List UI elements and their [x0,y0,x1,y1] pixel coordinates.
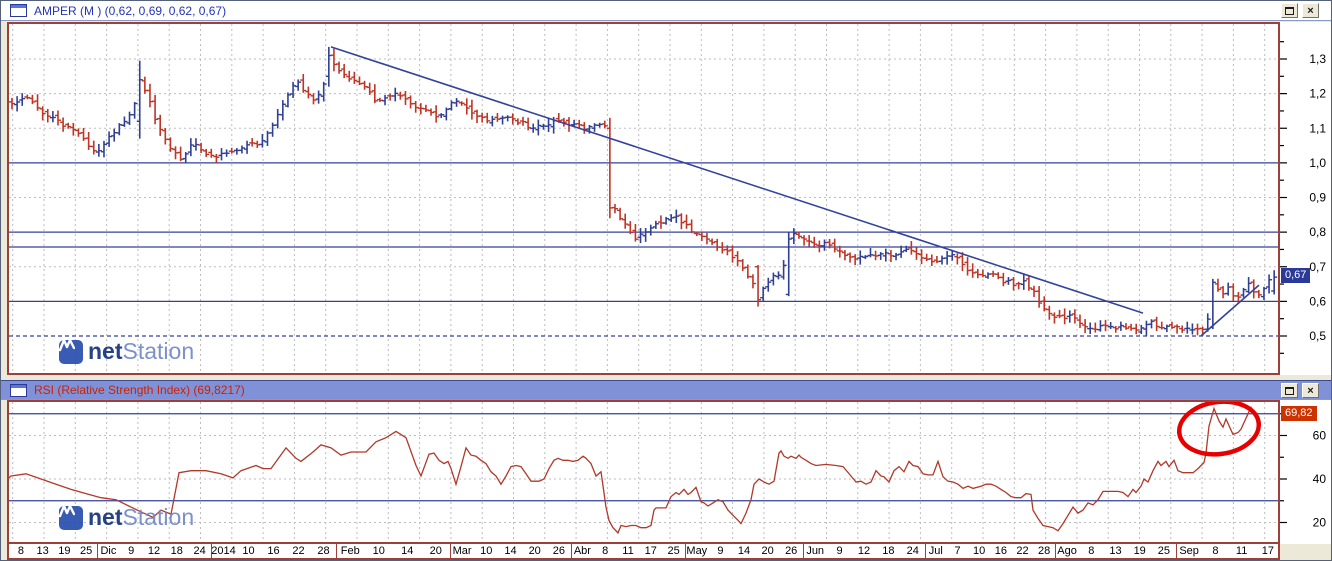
netstation-window: AMPER (M ) (0,62, 0,69, 0,62, 0,67) × ne… [0,0,1332,561]
svg-text:0,9: 0,9 [1309,191,1326,205]
chart-window-icon[interactable] [10,4,27,17]
netstation-watermark: netStation [59,338,194,365]
netstation-logo-icon [59,338,83,364]
netstation-watermark: netStation [59,504,194,531]
x-axis-label: 17 [1261,545,1274,557]
rsi-window-buttons: × [1281,383,1319,398]
rsi-window-titlebar[interactable]: RSI (Relative Strength Index) (69,8217) … [1,380,1331,400]
watermark-net: net [88,504,123,530]
ohlc-bars [9,46,1278,336]
price-window-title: AMPER (M ) (0,62, 0,69, 0,62, 0,67) [34,3,227,18]
rsi-axis[interactable]: 60 40 20 [1280,400,1331,544]
watermark-station: Station [122,338,195,364]
indicator-window-icon[interactable] [10,383,27,397]
price-axis-canvas: 1,3 1,2 1,1 1,0 0,9 0,8 0,7 0,6 0,5 [1280,41,1326,354]
rsi-maximize-button[interactable] [1281,383,1298,398]
restore-icon [1285,386,1294,395]
svg-text:1,1: 1,1 [1309,121,1326,135]
rsi-window-title: RSI (Relative Strength Index) (69,8217) [34,383,245,397]
svg-text:0,7: 0,7 [1309,260,1326,274]
price-window-titlebar[interactable]: AMPER (M ) (0,62, 0,69, 0,62, 0,67) × [1,1,1331,21]
svg-text:1,3: 1,3 [1309,52,1326,66]
svg-text:0,6: 0,6 [1309,294,1326,308]
price-axis[interactable]: 1,3 1,2 1,1 1,0 0,9 0,8 0,7 0,6 0,5 [1280,22,1331,375]
svg-text:1,2: 1,2 [1309,87,1326,101]
svg-text:20: 20 [1313,516,1327,530]
rsi-axis-canvas: 60 40 20 [1280,413,1327,530]
netstation-logo-icon [59,504,83,530]
svg-text:0,5: 0,5 [1309,329,1326,343]
rsi-chart-plot[interactable]: netStation [7,400,1280,544]
close-icon: × [1307,384,1314,397]
rsi-close-button[interactable]: × [1302,383,1319,398]
svg-text:0,8: 0,8 [1309,225,1326,239]
rsi-line [9,405,1255,535]
price-chart-plot[interactable]: netStation [7,22,1280,375]
close-button[interactable]: × [1302,3,1319,18]
rsi-value-label: 69,82 [1281,406,1317,421]
price-chart-canvas[interactable] [9,24,1278,373]
rsi-chart-canvas[interactable] [9,402,1278,542]
maximize-button[interactable] [1281,3,1298,18]
watermark-net: net [88,338,123,364]
svg-text:1,0: 1,0 [1309,156,1326,170]
x-axis[interactable]: 8 13 19 25 Dic 9 12 18 24 2014 10 16 22 28 Feb 10 14 20 Ma… [7,544,1280,560]
price-window-buttons: × [1281,3,1319,18]
annotation-circle [1176,402,1262,457]
watermark-station: Station [122,504,195,530]
svg-text:60: 60 [1313,429,1327,443]
svg-text:40: 40 [1313,472,1327,486]
close-icon: × [1307,4,1314,17]
last-price-label: 0,67 [1281,268,1311,283]
restore-icon [1285,6,1294,15]
